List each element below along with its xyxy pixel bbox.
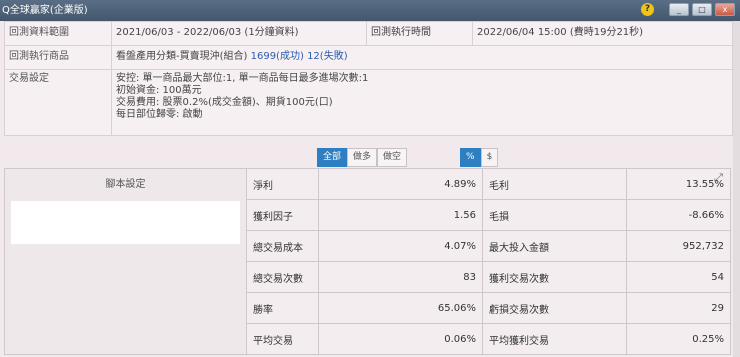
stat-value: 4.07%: [318, 230, 484, 262]
filter-all-button[interactable]: 全部: [317, 148, 348, 167]
minimize-button[interactable]: _: [669, 3, 689, 16]
stat-label: 總交易次數: [245, 261, 320, 293]
stat-label: 總交易成本: [245, 230, 320, 262]
filter-long-button[interactable]: 做多: [347, 148, 378, 167]
backtest-info-table: 回測資料範圍 2021/06/03 - 2022/06/03 (1分鐘資料) 回…: [4, 21, 733, 136]
trade-setting-line: 安控: 單一商品最大部位:1, 單一商品每日最多進場次數:1: [116, 73, 369, 84]
stat-value: 29: [625, 292, 732, 324]
window-title: Q全球贏家(企業版): [2, 5, 88, 16]
help-icon[interactable]: ?: [641, 3, 654, 16]
range-label: 回測資料範圍: [4, 21, 112, 46]
trade-settings-value: 安控: 單一商品最大部位:1, 單一商品每日最多進場次數:1 初始資金: 100…: [111, 69, 733, 136]
window-titlebar: Q全球贏家(企業版) ? _ □ x: [0, 0, 740, 21]
stat-value: 83: [318, 261, 484, 293]
stat-value: 65.06%: [318, 292, 484, 324]
stats-row: 腳本設定 淨利 4.89% 毛利 13.55%: [4, 168, 732, 355]
stat-label: 虧損交易次數: [482, 292, 627, 324]
stat-value: 0.06%: [318, 323, 484, 355]
stat-label: 毛損: [482, 199, 627, 231]
script-settings-cell: 腳本設定: [4, 168, 247, 355]
product-value: 看盤產用分類-買賣現沖(組合) 1699(成功) 12(失敗): [111, 45, 733, 70]
stat-label: 獲利因子: [245, 199, 320, 231]
product-label: 回測執行商品: [4, 45, 112, 70]
stat-value: 952,732: [625, 230, 732, 262]
stat-label: 淨利: [245, 168, 320, 200]
trade-setting-line: 交易費用: 股票0.2%(成交金額)、期貨100元(口): [116, 97, 333, 108]
filter-short-button[interactable]: 做空: [377, 148, 408, 167]
stat-label: 毛利: [482, 168, 627, 200]
stat-label: 勝率: [245, 292, 320, 324]
vertical-scrollbar[interactable]: [733, 21, 740, 357]
stat-value: 4.89%: [318, 168, 484, 200]
stat-value: 1.56: [318, 199, 484, 231]
stat-label: 獲利交易次數: [482, 261, 627, 293]
stat-label: 平均獲利交易: [482, 323, 627, 355]
expand-icon[interactable]: ⤢: [714, 171, 723, 185]
close-button[interactable]: x: [715, 3, 735, 16]
trade-settings-label: 交易設定: [4, 69, 112, 136]
stats-table: 腳本設定 淨利 4.89% 毛利 13.55% 獲利因子 1.56 毛損 -8.…: [4, 168, 732, 355]
exec-time-label: 回測執行時間: [366, 21, 473, 46]
product-name: 看盤產用分類-買賣現沖(組合): [116, 51, 248, 62]
maximize-button[interactable]: □: [692, 3, 712, 16]
direction-filter-group: 全部 做多 做空: [317, 148, 408, 167]
stat-value: 0.25%: [625, 323, 732, 355]
stat-label: 平均交易: [245, 323, 320, 355]
unit-dollar-button[interactable]: $: [480, 148, 499, 167]
unit-filter-group: % $: [460, 148, 499, 167]
trade-setting-line: 每日部位歸零: 啟動: [116, 109, 203, 120]
exec-time-value: 2022/06/04 15:00 (費時19分21秒): [472, 21, 733, 46]
product-fail-link[interactable]: 12(失敗): [307, 51, 348, 62]
stat-label: 最大投入金額: [482, 230, 627, 262]
product-success-link[interactable]: 1699(成功): [251, 51, 304, 62]
script-settings-box: [11, 201, 240, 244]
window-controls: ? _ □ x: [641, 3, 735, 16]
stat-value: 54: [625, 261, 732, 293]
range-value: 2021/06/03 - 2022/06/03 (1分鐘資料): [111, 21, 367, 46]
unit-percent-button[interactable]: %: [460, 148, 481, 167]
trade-setting-line: 初始資金: 100萬元: [116, 85, 202, 96]
script-settings-label: 腳本設定: [105, 179, 146, 190]
stat-value: -8.66%: [625, 199, 732, 231]
